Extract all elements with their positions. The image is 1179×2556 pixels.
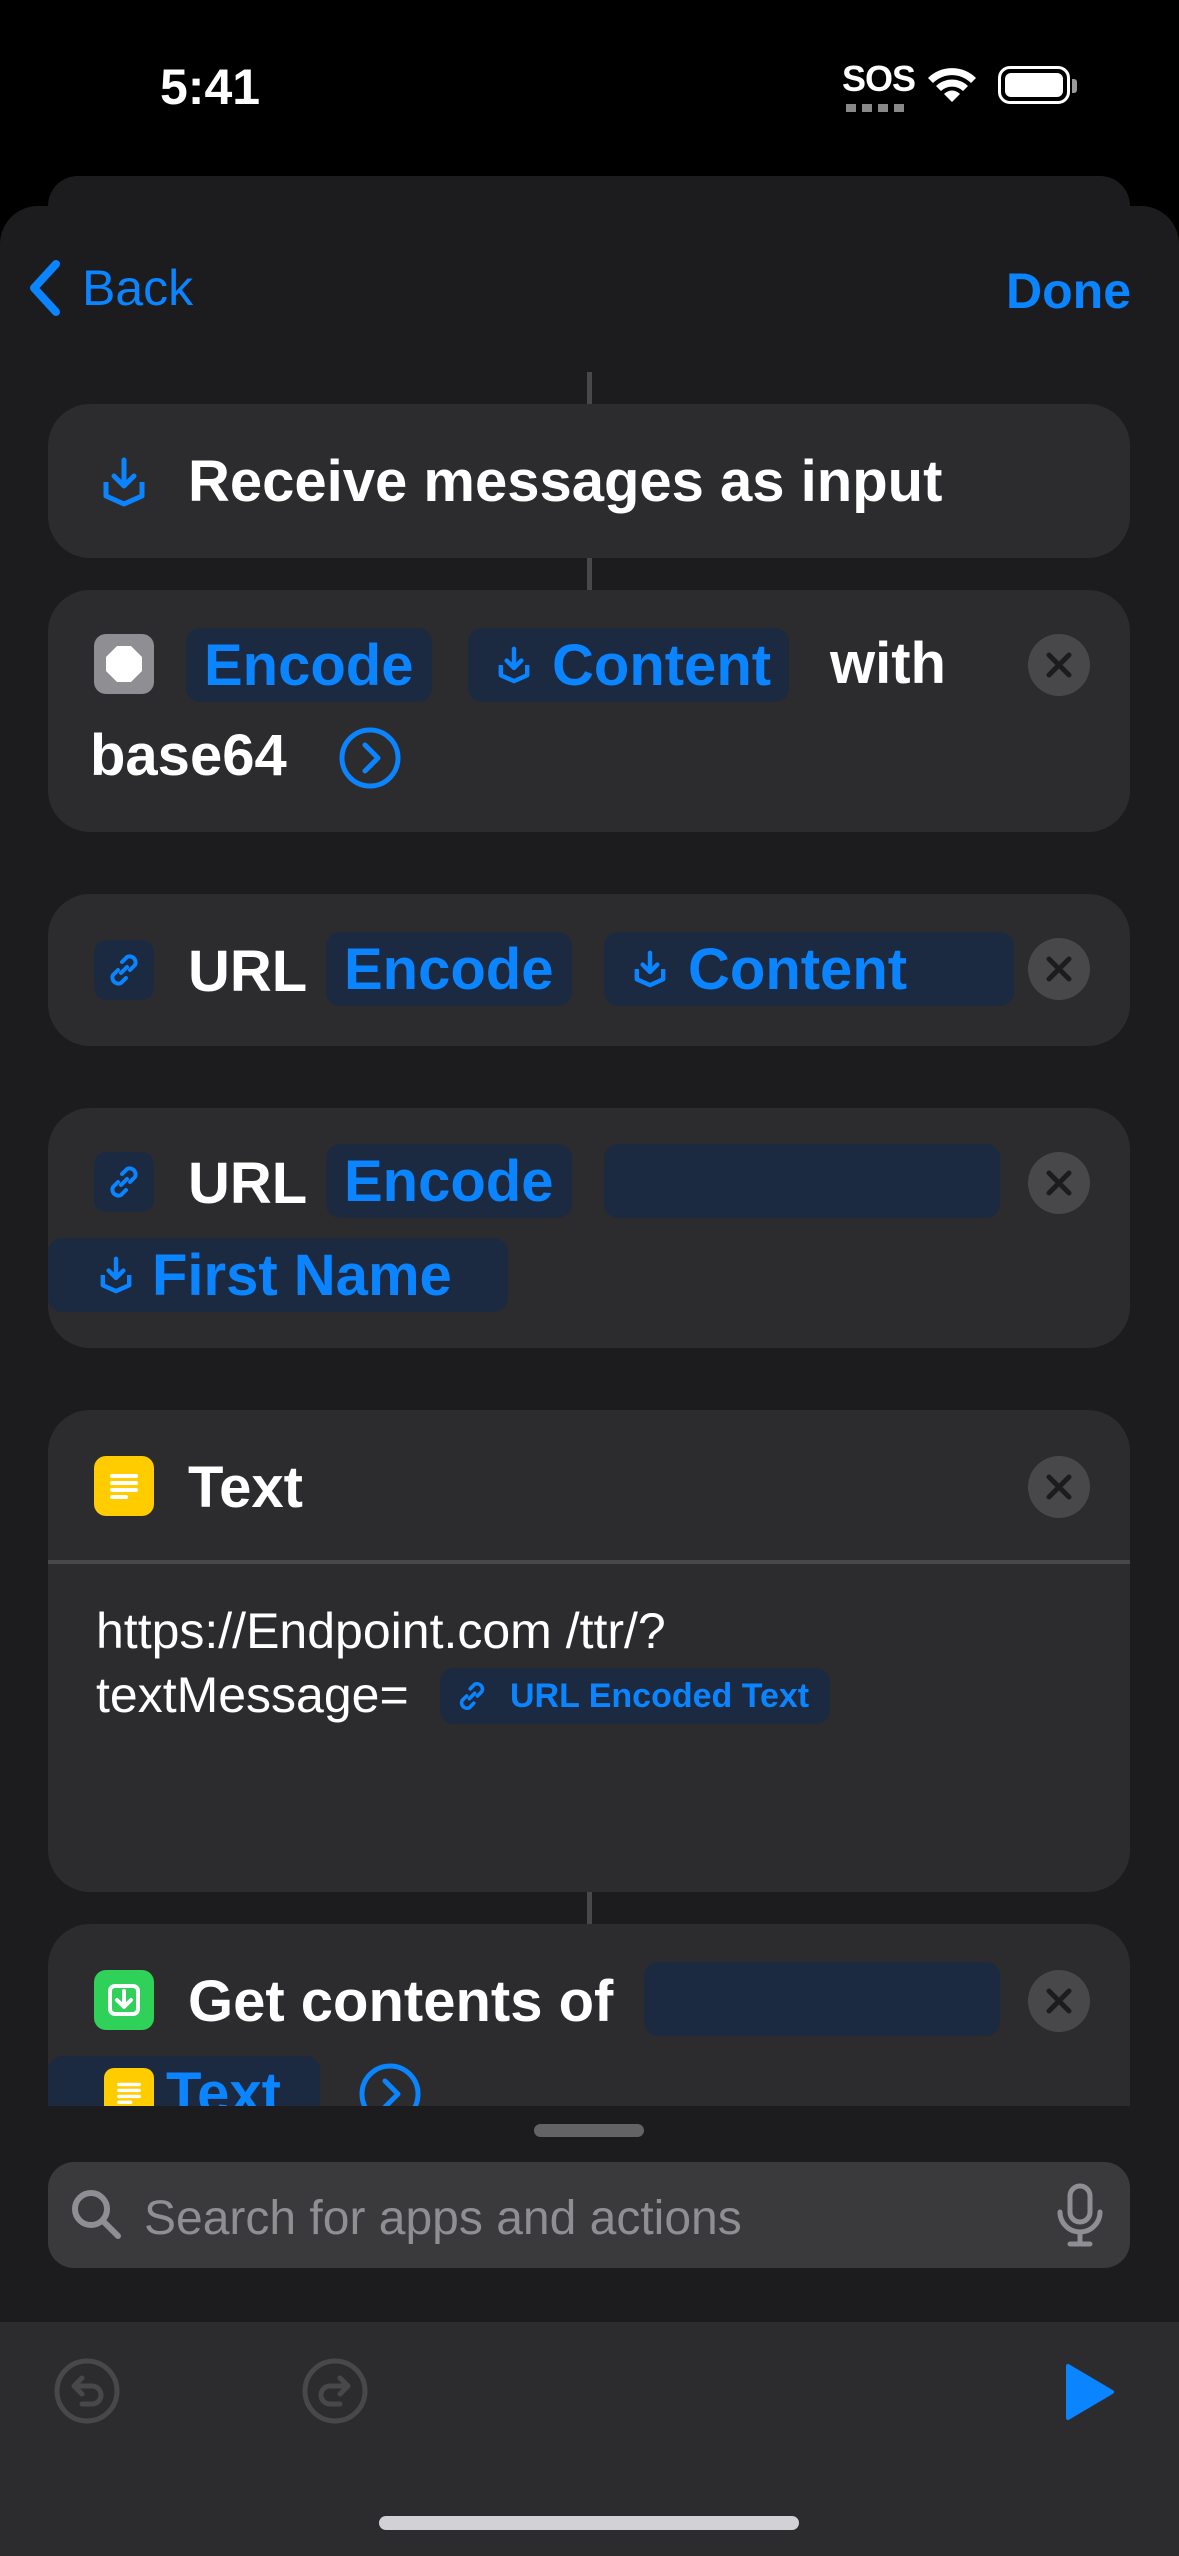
chevron-left-icon [30,260,60,316]
url-encoded-text-variable-token[interactable]: URL Encoded Text [440,1668,830,1724]
text-line-1[interactable]: https://Endpoint.com /ttr/? [96,1602,666,1660]
action-encode-base64[interactable]: Encode Content with base64 [48,590,1130,832]
remove-action-button[interactable] [1028,1970,1090,2032]
text-line-2-prefix[interactable]: textMessage= [96,1666,409,1724]
chevron-right-circle-icon[interactable] [338,726,402,790]
connector-line [587,558,592,590]
shortcut-input-icon [100,1256,132,1294]
link-icon [459,1682,485,1710]
connector-line [587,372,592,404]
action-url-encode-first-name[interactable]: URL Encode First Name [48,1108,1130,1348]
status-bar: 5:41 SOS [0,0,1179,170]
play-icon[interactable] [1060,2360,1118,2424]
status-time: 5:41 [160,59,261,115]
with-label: with [830,631,946,696]
remove-action-button[interactable] [1028,938,1090,1000]
xmark-icon [1046,1988,1072,2014]
remove-action-button[interactable] [1028,1152,1090,1214]
action-title: Get contents of [188,1969,614,2034]
format-label: base64 [90,723,287,788]
remove-action-button[interactable] [1028,1456,1090,1518]
home-indicator [379,2516,799,2530]
xmark-icon [1046,1474,1072,1500]
divider [48,1560,1130,1564]
stop-icon [94,634,154,694]
link-icon [94,940,154,1000]
xmark-icon [1046,1170,1072,1196]
wifi-icon [928,68,976,102]
signal-dots [846,104,906,112]
shortcut-input-icon [498,646,530,684]
action-url-encode-content[interactable]: URL Encode Content [48,894,1130,1046]
undo-icon[interactable] [52,2356,122,2426]
text-lines-icon [94,1456,154,1516]
first-name-variable-token[interactable]: First Name [48,1238,508,1312]
search-placeholder[interactable]: Search for apps and actions [144,2191,742,2246]
battery-icon [998,66,1077,104]
content-variable-token[interactable]: Content [604,932,1014,1006]
redo-icon[interactable] [300,2356,370,2426]
encode-mode-token[interactable]: Encode [326,1144,572,1218]
link-icon [94,1152,154,1212]
back-button[interactable]: Back [26,258,193,318]
token-label: Content [688,936,908,1002]
shortcut-input-icon [103,457,145,507]
action-receive-input[interactable]: Receive messages as input [48,404,1130,558]
action-title: Text [188,1455,303,1520]
action-title: Receive messages as input [188,449,943,514]
remove-action-button[interactable] [1028,634,1090,696]
magnifyingglass-icon [72,2190,121,2239]
url-label: URL [188,939,308,1004]
done-button[interactable]: Done [1006,262,1131,320]
token-label: URL Encoded Text [510,1676,810,1715]
action-text[interactable]: Text https://Endpoint.com /ttr/? textMes… [48,1410,1130,1892]
connector-line [587,1892,592,1924]
sos-indicator: SOS [842,58,916,99]
xmark-icon [1046,956,1072,982]
sheet-grabber[interactable] [534,2124,644,2137]
shortcut-input-icon [634,950,666,988]
download-icon [94,1970,154,2030]
url-placeholder-token[interactable] [644,1962,1000,2036]
back-label: Back [82,260,194,316]
xmark-icon [1046,652,1072,678]
microphone-icon[interactable] [1052,2182,1108,2250]
url-label: URL [188,1151,308,1216]
blank-token[interactable] [604,1144,1000,1218]
token-label: Content [552,632,772,698]
token-label: First Name [152,1242,452,1308]
content-variable-token[interactable]: Content [468,628,790,702]
encode-mode-token[interactable]: Encode [326,932,572,1006]
encode-mode-token[interactable]: Encode [186,628,432,702]
